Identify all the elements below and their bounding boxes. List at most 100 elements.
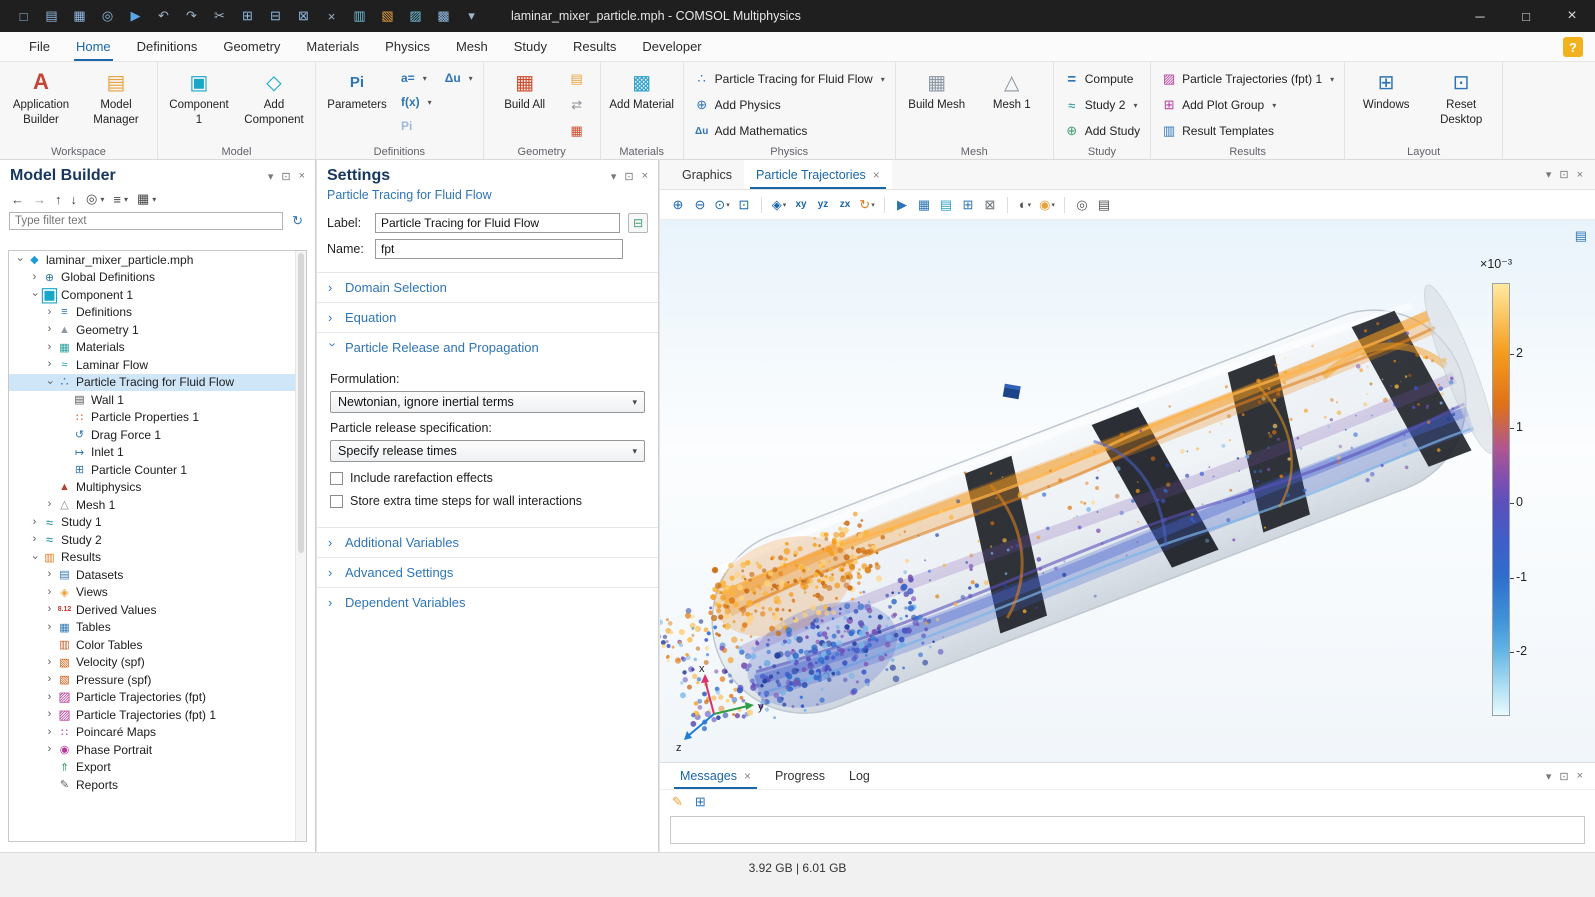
ribbon-add-physics[interactable]: ⊕Add Physics <box>689 94 890 116</box>
model-tool-4-icon[interactable]: ▩ <box>430 4 457 28</box>
zoom-box-icon[interactable]: ⊡ <box>734 195 754 215</box>
tree-item-laminar-flow[interactable]: ›≈Laminar Flow <box>9 356 306 374</box>
open-file-icon[interactable]: ▤ <box>38 4 65 28</box>
menu-definitions[interactable]: Definitions <box>124 32 211 61</box>
tree-expander-icon[interactable]: › <box>43 604 56 615</box>
scene-light-icon[interactable]: ◉▾ <box>1037 195 1057 215</box>
tree-expander-icon[interactable]: › <box>43 342 56 353</box>
ribbon-component-1[interactable]: ▣Component 1 <box>163 65 235 132</box>
view-xy-icon[interactable]: xy <box>791 195 811 215</box>
tree-item-views[interactable]: ›◈Views <box>9 584 306 602</box>
tree-expander-icon[interactable]: › <box>28 272 41 283</box>
tree-expander-icon[interactable]: › <box>29 551 40 564</box>
ribbon-model-manager[interactable]: ▤Model Manager <box>80 65 152 132</box>
tree-expander-icon[interactable]: › <box>43 744 56 755</box>
view-zx-icon[interactable]: zx <box>835 195 855 215</box>
name-input[interactable] <box>375 239 623 259</box>
panel-collapse-icon[interactable]: ▾ <box>268 170 274 183</box>
tree-item-poincar-maps[interactable]: ›∷Poincaré Maps <box>9 724 306 742</box>
ribbon-geometry-small-1[interactable]: ▤ <box>564 68 595 90</box>
ribbon-add-plot-group[interactable]: ⊞Add Plot Group▾ <box>1156 94 1339 116</box>
view-yz-icon[interactable]: yz <box>813 195 833 215</box>
tree-expander-icon[interactable]: › <box>14 253 25 266</box>
tree-item-geometry-1[interactable]: ›▲Geometry 1 <box>9 321 306 339</box>
tree-item-drag-force-1[interactable]: ↺Drag Force 1 <box>9 426 306 444</box>
tree-item-color-tables[interactable]: ▥Color Tables <box>9 636 306 654</box>
lock-axes-icon[interactable]: ⊠ <box>980 195 1000 215</box>
section-domain-selection[interactable]: › Domain Selection <box>317 272 658 302</box>
ribbon-add-study[interactable]: ⊕Add Study <box>1059 120 1145 142</box>
ribbon-compute[interactable]: =Compute <box>1059 68 1145 90</box>
menu-study[interactable]: Study <box>501 32 560 61</box>
extra-time-steps-checkbox[interactable] <box>330 495 343 508</box>
label-input[interactable] <box>375 213 620 233</box>
ribbon-study-2[interactable]: ≈Study 2▾ <box>1059 94 1145 116</box>
tab-progress[interactable]: Progress <box>763 763 837 789</box>
tree-item-particle-properties-1[interactable]: ∷Particle Properties 1 <box>9 409 306 427</box>
nav-back-icon[interactable]: ← <box>8 191 27 208</box>
tree-expander-icon[interactable]: › <box>43 674 56 685</box>
paste-icon[interactable]: ⊠ <box>290 4 317 28</box>
panel-close-icon[interactable]: × <box>299 170 305 183</box>
tree-item-particle-trajectories-fpt[interactable]: ›▨Particle Trajectories (fpt) <box>9 689 306 707</box>
clear-log-icon[interactable]: ✎ <box>672 794 683 810</box>
panel-close-icon[interactable]: × <box>642 170 648 183</box>
ribbon-particle-trajectories-fpt-1[interactable]: ▨Particle Trajectories (fpt) 1▾ <box>1156 68 1339 90</box>
copy-log-icon[interactable]: ⊞ <box>695 794 706 810</box>
rarefaction-checkbox[interactable] <box>330 472 343 485</box>
tree-item-results[interactable]: ›▥Results <box>9 549 306 567</box>
tab-messages[interactable]: Messages× <box>668 763 763 789</box>
panel-float-icon[interactable]: ⊡ <box>624 170 633 183</box>
split-screen-icon[interactable]: ⊞ <box>958 195 978 215</box>
move-down-icon[interactable]: ↓ <box>68 191 81 208</box>
menu-results[interactable]: Results <box>560 32 629 61</box>
model-tool-1-icon[interactable]: ▥ <box>346 4 373 28</box>
formulation-select[interactable]: Newtonian, ignore inertial terms ▾ <box>330 391 645 413</box>
tree-expander-icon[interactable]: › <box>43 657 56 668</box>
redo-icon[interactable]: ↷ <box>178 4 205 28</box>
copy-icon[interactable]: ⊞ <box>234 4 261 28</box>
tree-expander-icon[interactable]: › <box>43 499 56 510</box>
menu-materials[interactable]: Materials <box>293 32 372 61</box>
tree-item-particle-counter-1[interactable]: ⊞Particle Counter 1 <box>9 461 306 479</box>
tree-expander-icon[interactable]: › <box>43 587 56 598</box>
canvas-context-icon[interactable]: ▤ <box>1575 228 1587 244</box>
tree-item-reports[interactable]: ✎Reports <box>9 776 306 794</box>
minimize-button[interactable]: ─ <box>1457 0 1503 32</box>
panel-collapse-icon[interactable]: ▾ <box>611 170 617 183</box>
ribbon-pi[interactable]: Pi <box>396 116 437 136</box>
extra-time-steps-checkbox-row[interactable]: Store extra time steps for wall interact… <box>330 494 645 508</box>
tree-item-inlet-1[interactable]: ↦Inlet 1 <box>9 444 306 462</box>
ribbon-build-all[interactable]: ▦Build All <box>489 65 561 117</box>
panel-float-icon[interactable]: ⊡ <box>1559 770 1568 783</box>
maximize-button[interactable]: □ <box>1503 0 1549 32</box>
show-options-icon[interactable]: ◎▾ <box>83 190 107 208</box>
undo-icon[interactable]: ↶ <box>150 4 177 28</box>
ribbon-mesh-1[interactable]: △Mesh 1 <box>976 65 1048 117</box>
menu-developer[interactable]: Developer <box>629 32 714 61</box>
tree-expander-icon[interactable]: › <box>43 727 56 738</box>
tree-table-icon[interactable]: ▦▾ <box>134 190 159 208</box>
section-advanced-settings[interactable]: › Advanced Settings <box>317 557 658 587</box>
update-view-icon[interactable]: ↻▾ <box>857 195 877 215</box>
ribbon-application-builder[interactable]: AApplication Builder <box>5 65 77 132</box>
ribbon-windows[interactable]: ⊞Windows <box>1350 65 1422 117</box>
ribbon-u[interactable]: Δu▾ <box>440 68 478 88</box>
tree-item-study-1[interactable]: ›≈Study 1 <box>9 514 306 532</box>
tree-item-definitions[interactable]: ›≡Definitions <box>9 304 306 322</box>
tree-item-phase-portrait[interactable]: ›◉Phase Portrait <box>9 741 306 759</box>
release-spec-select[interactable]: Specify release times ▾ <box>330 440 645 462</box>
nav-forward-icon[interactable]: → <box>30 191 49 208</box>
tree-item-datasets[interactable]: ›▤Datasets <box>9 566 306 584</box>
tree-item-laminar-mixer-particle-mph[interactable]: ›◆laminar_mixer_particle.mph <box>9 251 306 269</box>
save-icon[interactable]: ▦ <box>66 4 93 28</box>
ribbon-f-x[interactable]: f(x)▾ <box>396 92 437 112</box>
panel-close-icon[interactable]: × <box>1577 169 1583 181</box>
tree-item-component-1[interactable]: ›▣Component 1 <box>9 286 306 304</box>
close-icon[interactable]: × <box>744 769 751 783</box>
tree-expander-icon[interactable]: › <box>44 376 55 389</box>
tree-expander-icon[interactable]: › <box>43 692 56 703</box>
run-icon[interactable]: ▶ <box>122 4 149 28</box>
ribbon-geometry-small-2[interactable]: ⇄ <box>564 94 595 116</box>
menu-home[interactable]: Home <box>63 32 124 61</box>
